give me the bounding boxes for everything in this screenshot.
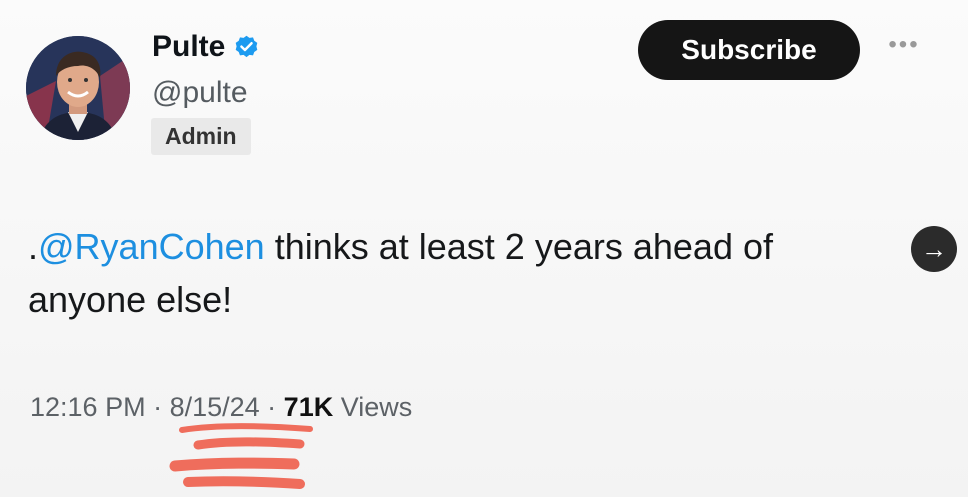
author-display-name[interactable]: Pulte (152, 30, 225, 64)
tweet-meta: 12:16 PM · 8/15/24 · 71K Views (30, 392, 412, 423)
author-handle[interactable]: @pulte (152, 76, 248, 110)
tweet-card: Pulte @pulte Admin Subscribe ••• .@RyanC… (0, 0, 968, 497)
red-underline-annotation (169, 423, 313, 489)
more-options-icon[interactable]: ••• (880, 30, 928, 60)
mention-link[interactable]: @RyanCohen (38, 226, 265, 267)
meta-separator: · (259, 392, 284, 422)
views-count: 71K (283, 392, 334, 422)
meta-separator: · (145, 392, 170, 422)
arrow-right-icon[interactable]: → (911, 226, 957, 272)
tweet-time[interactable]: 12:16 PM (30, 392, 146, 422)
role-badge: Admin (151, 118, 251, 155)
tweet-text: .@RyanCohen thinks at least 2 years ahea… (28, 220, 868, 326)
avatar[interactable] (26, 36, 130, 140)
subscribe-button[interactable]: Subscribe (638, 20, 860, 80)
tweet-prefix: . (28, 226, 39, 267)
verified-badge-icon (236, 35, 258, 57)
views-label: Views (333, 392, 413, 422)
author-name-row[interactable]: Pulte (152, 30, 260, 64)
tweet-date[interactable]: 8/15/24 (170, 392, 260, 422)
